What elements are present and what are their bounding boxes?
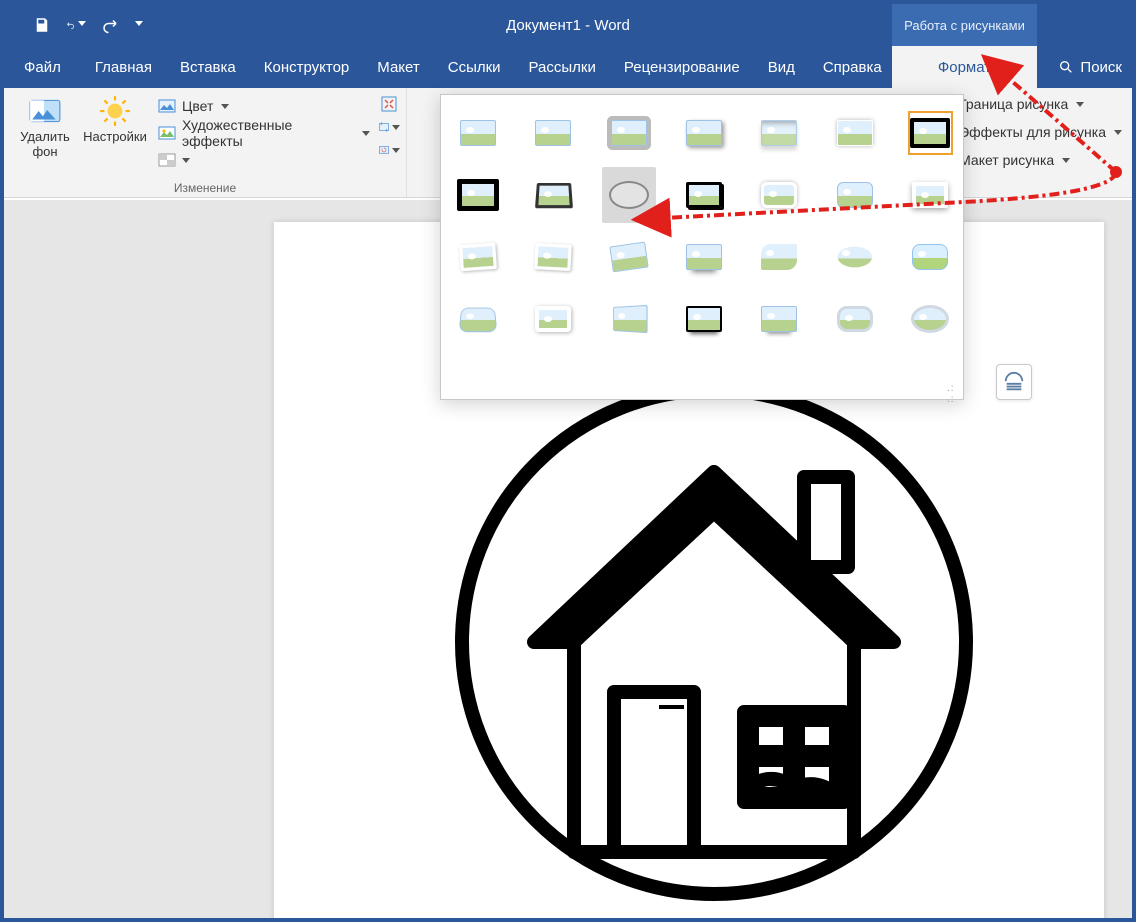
style-thumb[interactable] bbox=[683, 299, 724, 339]
layout-options-button[interactable] bbox=[996, 364, 1032, 400]
tab-format[interactable]: Формат bbox=[892, 46, 1037, 88]
border-label: Граница рисунка bbox=[959, 96, 1068, 112]
artistic-icon bbox=[158, 124, 176, 142]
tab-insert[interactable]: Вставка bbox=[166, 46, 250, 88]
style-thumb[interactable] bbox=[533, 175, 575, 215]
undo-icon[interactable] bbox=[66, 15, 86, 35]
remove-bg-label: Удалить фон bbox=[20, 130, 70, 160]
style-thumb[interactable] bbox=[834, 175, 876, 215]
remove-bg-icon bbox=[28, 94, 62, 128]
style-thumb[interactable] bbox=[457, 237, 498, 277]
artistic-effects-button[interactable]: Художественные эффекты bbox=[154, 121, 374, 145]
style-thumb[interactable] bbox=[683, 175, 725, 215]
piclayout-label: Макет рисунка bbox=[959, 152, 1054, 168]
corrections-icon bbox=[98, 94, 132, 128]
color-label: Цвет bbox=[182, 98, 213, 114]
tab-home[interactable]: Главная bbox=[81, 46, 166, 88]
style-thumb[interactable] bbox=[910, 237, 951, 277]
style-thumb-hover-oval[interactable] bbox=[602, 167, 656, 223]
corrections-label: Настройки bbox=[83, 130, 147, 145]
style-thumb[interactable] bbox=[532, 237, 573, 277]
search-label: Поиск bbox=[1080, 59, 1122, 76]
color-icon bbox=[158, 97, 176, 115]
search-box[interactable]: Поиск bbox=[1058, 46, 1122, 88]
artistic-label: Художественные эффекты bbox=[182, 117, 354, 149]
style-thumb[interactable] bbox=[532, 113, 573, 153]
compress-pictures-button[interactable] bbox=[378, 94, 400, 114]
style-thumb[interactable] bbox=[457, 113, 498, 153]
style-thumb-selected[interactable] bbox=[910, 113, 951, 153]
tab-help[interactable]: Справка bbox=[809, 46, 896, 88]
group-change-label: Изменение bbox=[4, 181, 406, 195]
style-thumb[interactable] bbox=[834, 113, 875, 153]
style-thumb[interactable] bbox=[608, 113, 649, 153]
style-thumb[interactable] bbox=[909, 175, 951, 215]
inserted-picture-house[interactable] bbox=[454, 382, 974, 902]
tab-file[interactable]: Файл bbox=[4, 46, 81, 88]
style-thumb[interactable] bbox=[759, 113, 800, 153]
style-thumb[interactable] bbox=[532, 299, 573, 339]
search-icon bbox=[1058, 59, 1074, 75]
tab-review[interactable]: Рецензирование bbox=[610, 46, 754, 88]
transparency-button[interactable] bbox=[154, 148, 374, 172]
change-picture-button[interactable] bbox=[378, 117, 400, 137]
qat-customize-icon[interactable] bbox=[134, 15, 144, 35]
ribbon-tab-bar: Файл Главная Вставка Конструктор Макет С… bbox=[4, 46, 1132, 88]
effects-label: Эффекты для рисунка bbox=[959, 124, 1106, 140]
context-tab-picture-tools[interactable]: Работа с рисунками bbox=[892, 4, 1037, 46]
style-thumb[interactable] bbox=[910, 299, 951, 339]
tab-design[interactable]: Конструктор bbox=[250, 46, 364, 88]
tab-layout[interactable]: Макет bbox=[363, 46, 433, 88]
style-thumb[interactable] bbox=[834, 299, 875, 339]
color-button[interactable]: Цвет bbox=[154, 94, 374, 118]
tab-references[interactable]: Ссылки bbox=[434, 46, 515, 88]
layout-options-icon bbox=[1003, 371, 1025, 393]
tab-view[interactable]: Вид bbox=[754, 46, 809, 88]
style-thumb[interactable] bbox=[608, 237, 649, 277]
style-thumb[interactable] bbox=[683, 113, 724, 153]
save-icon[interactable] bbox=[32, 15, 52, 35]
picture-styles-gallery[interactable]: .: .: bbox=[440, 94, 964, 400]
transparency-icon bbox=[158, 151, 176, 169]
style-thumb[interactable] bbox=[759, 237, 800, 277]
style-thumb[interactable] bbox=[608, 299, 649, 339]
redo-icon[interactable] bbox=[100, 15, 120, 35]
style-thumb[interactable] bbox=[834, 237, 875, 277]
gallery-resize-grip[interactable]: .: .: bbox=[947, 383, 959, 395]
tab-mailings[interactable]: Рассылки bbox=[515, 46, 610, 88]
style-thumb[interactable] bbox=[759, 299, 800, 339]
title-bar: Документ1 - Word Работа с рисунками bbox=[4, 4, 1132, 46]
reset-picture-button[interactable] bbox=[378, 140, 400, 160]
style-thumb[interactable] bbox=[457, 175, 499, 215]
style-thumb[interactable] bbox=[683, 237, 724, 277]
style-thumb[interactable] bbox=[457, 299, 498, 339]
style-thumb[interactable] bbox=[758, 175, 800, 215]
